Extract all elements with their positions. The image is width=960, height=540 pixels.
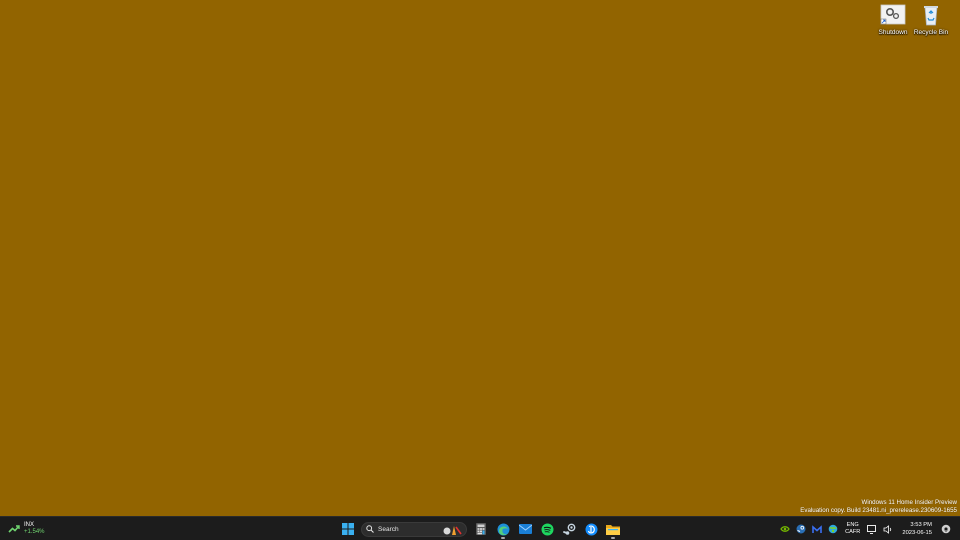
battlenet-icon bbox=[585, 523, 597, 535]
watermark-line-1: Windows 11 Home Insider Preview bbox=[861, 499, 957, 506]
network-icon bbox=[867, 524, 877, 534]
tray-steam[interactable] bbox=[793, 521, 809, 537]
running-indicator bbox=[501, 537, 505, 539]
tray-network-globe[interactable] bbox=[825, 521, 841, 537]
taskbar-battlenet[interactable] bbox=[580, 519, 602, 539]
tray-volume[interactable] bbox=[880, 521, 896, 537]
globe-icon bbox=[828, 524, 838, 534]
insider-watermark: Windows 11 Home Insider Preview Evaluati… bbox=[800, 499, 957, 514]
stock-up-icon bbox=[8, 525, 20, 533]
watermark-line-2: Evaluation copy. Build 23481.ni_prerelea… bbox=[800, 506, 957, 514]
volume-icon bbox=[883, 524, 892, 534]
edge-icon bbox=[497, 523, 509, 535]
taskbar-calculator[interactable] bbox=[470, 519, 492, 539]
recycle-bin-label: Recycle Bin bbox=[913, 29, 949, 36]
notification-bell-icon bbox=[941, 524, 951, 534]
taskbar-apps: Search bbox=[337, 519, 624, 539]
spotify-icon bbox=[541, 523, 553, 535]
calculator-icon bbox=[476, 523, 486, 535]
desktop[interactable]: Shutdown Recycle Bin Windows 11 Home Ins… bbox=[0, 0, 960, 516]
shutdown-shortcut-label: Shutdown bbox=[878, 29, 908, 36]
widgets-button[interactable]: INX +1.54% bbox=[8, 520, 45, 538]
clock-date: 2023-06-15 bbox=[902, 530, 932, 536]
clock[interactable]: 3:53 PM 2023-06-15 bbox=[902, 521, 932, 537]
malwarebytes-icon bbox=[812, 524, 822, 533]
recycle-bin-icon bbox=[918, 4, 944, 26]
nvidia-icon bbox=[780, 526, 790, 532]
tray-nvidia[interactable] bbox=[777, 521, 793, 537]
search-icon bbox=[366, 525, 374, 533]
notifications-button[interactable] bbox=[938, 521, 954, 537]
tray-network[interactable] bbox=[864, 521, 880, 537]
taskbar-mail[interactable] bbox=[514, 519, 536, 539]
recycle-bin[interactable]: Recycle Bin bbox=[907, 4, 955, 42]
taskbar-file-explorer[interactable] bbox=[602, 519, 624, 539]
search-box[interactable]: Search bbox=[361, 521, 467, 537]
steam-icon bbox=[562, 523, 575, 535]
start-button[interactable] bbox=[337, 519, 359, 539]
stock-ticker: INX bbox=[24, 522, 35, 528]
language-indicator[interactable]: ENG CAFR bbox=[845, 522, 860, 536]
taskbar-spotify[interactable] bbox=[536, 519, 558, 539]
tray-malwarebytes[interactable] bbox=[809, 521, 825, 537]
search-placeholder: Search bbox=[378, 525, 399, 533]
system-tray: ENG CAFR 3:53 PM 2023-06-15 bbox=[777, 519, 960, 539]
language-code: ENG bbox=[846, 522, 859, 528]
taskbar-steam[interactable] bbox=[558, 519, 580, 539]
shutdown-shortcut-icon bbox=[880, 4, 906, 26]
stock-change: +1.54% bbox=[24, 529, 45, 535]
taskbar-edge[interactable] bbox=[492, 519, 514, 539]
steam-tray-icon bbox=[796, 524, 806, 534]
running-indicator bbox=[611, 537, 615, 539]
windows-start-icon bbox=[342, 523, 354, 535]
keyboard-layout: CAFR bbox=[845, 529, 861, 535]
file-explorer-icon bbox=[606, 524, 620, 535]
search-highlight-icon bbox=[443, 525, 462, 535]
taskbar: INX +1.54% Search ENG CAFR 3:53 PM 2023-… bbox=[0, 516, 960, 540]
mail-icon bbox=[518, 524, 532, 534]
clock-time: 3:53 PM bbox=[910, 522, 932, 528]
